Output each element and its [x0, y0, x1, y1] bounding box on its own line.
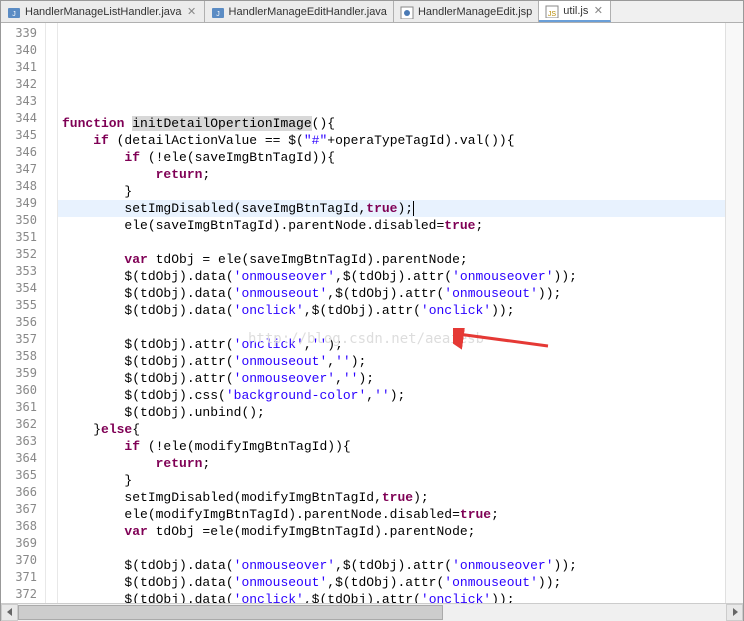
code-line[interactable]: ele(saveImgBtnTagId).parentNode.disabled… [58, 217, 725, 234]
line-number-gutter: 3393403413423433443453463473483493503513… [1, 23, 46, 603]
js-icon: JS [545, 4, 559, 18]
code-line[interactable]: var tdObj = ele(saveImgBtnTagId).parentN… [58, 251, 725, 268]
line-number: 371 [1, 569, 45, 586]
close-icon[interactable]: ✕ [186, 6, 198, 18]
line-number: 363 [1, 433, 45, 450]
editor-window: J HandlerManageListHandler.java ✕ J Hand… [0, 0, 744, 621]
line-number: 359 [1, 365, 45, 382]
line-number: 347 [1, 161, 45, 178]
line-number: 372 [1, 586, 45, 603]
line-number: 344 [1, 110, 45, 127]
code-editor[interactable]: http://blog.csdn.net/aeaiesb -function i… [58, 23, 725, 603]
scroll-left-button[interactable] [1, 604, 18, 621]
code-line[interactable]: $(tdObj).data('onmouseover',$(tdObj).att… [58, 557, 725, 574]
tab-label: HandlerManageEdit.jsp [418, 6, 532, 18]
line-number: 356 [1, 314, 45, 331]
line-number: 349 [1, 195, 45, 212]
code-line[interactable]: var tdObj =ele(modifyImgBtnTagId).parent… [58, 523, 725, 540]
folding-ruler[interactable] [46, 23, 58, 603]
line-number: 357 [1, 331, 45, 348]
svg-text:J: J [216, 11, 220, 18]
line-number: 353 [1, 263, 45, 280]
line-number: 354 [1, 280, 45, 297]
line-number: 369 [1, 535, 45, 552]
code-line[interactable]: setImgDisabled(modifyImgBtnTagId,true); [58, 489, 725, 506]
line-number: 342 [1, 76, 45, 93]
code-line[interactable]: $(tdObj).data('onmouseover',$(tdObj).att… [58, 268, 725, 285]
code-line[interactable]: } [58, 183, 725, 200]
code-line[interactable]: $(tdObj).data('onclick',$(tdObj).attr('o… [58, 302, 725, 319]
code-line[interactable] [58, 234, 725, 251]
code-line[interactable]: -function initDetailOpertionImage(){ [58, 115, 725, 132]
close-icon[interactable]: ✕ [592, 5, 604, 17]
svg-text:JS: JS [548, 11, 557, 18]
code-line[interactable]: $(tdObj).attr('onmouseout',''); [58, 353, 725, 370]
line-number: 348 [1, 178, 45, 195]
code-line[interactable]: $(tdObj).attr('onclick',''); [58, 336, 725, 353]
line-number: 368 [1, 518, 45, 535]
tab-file-0[interactable]: J HandlerManageListHandler.java ✕ [1, 1, 205, 22]
code-line[interactable]: $(tdObj).css('background-color',''); [58, 387, 725, 404]
line-number: 362 [1, 416, 45, 433]
code-line[interactable]: $(tdObj).data('onclick',$(tdObj).attr('o… [58, 591, 725, 603]
line-number: 339 [1, 25, 45, 42]
line-number: 370 [1, 552, 45, 569]
code-line[interactable]: return; [58, 455, 725, 472]
code-line[interactable]: ele(modifyImgBtnTagId).parentNode.disabl… [58, 506, 725, 523]
tab-label: util.js [563, 5, 588, 17]
tab-bar: J HandlerManageListHandler.java ✕ J Hand… [1, 1, 743, 23]
line-number: 346 [1, 144, 45, 161]
tab-file-3[interactable]: JS util.js ✕ [539, 1, 611, 22]
code-line[interactable] [58, 319, 725, 336]
line-number: 365 [1, 467, 45, 484]
overview-ruler[interactable] [725, 23, 743, 603]
line-number: 350 [1, 212, 45, 229]
line-number: 343 [1, 93, 45, 110]
scroll-track[interactable] [18, 604, 726, 621]
code-line[interactable]: $(tdObj).attr('onmouseover',''); [58, 370, 725, 387]
tab-label: HandlerManageListHandler.java [25, 6, 182, 18]
code-line[interactable]: if (!ele(modifyImgBtnTagId)){ [58, 438, 725, 455]
line-number: 367 [1, 501, 45, 518]
line-number: 364 [1, 450, 45, 467]
code-line[interactable]: if (detailActionValue == $("#"+operaType… [58, 132, 725, 149]
code-line[interactable]: $(tdObj).data('onmouseout',$(tdObj).attr… [58, 285, 725, 302]
tab-label: HandlerManageEditHandler.java [229, 6, 387, 18]
jsp-icon [400, 5, 414, 19]
code-line[interactable]: }else{ [58, 421, 725, 438]
line-number: 341 [1, 59, 45, 76]
line-number: 361 [1, 399, 45, 416]
java-icon: J [211, 5, 225, 19]
editor-area: 3393403413423433443453463473483493503513… [1, 23, 743, 603]
line-number: 366 [1, 484, 45, 501]
code-line[interactable]: setImgDisabled(saveImgBtnTagId,true); [58, 200, 725, 217]
code-line[interactable]: if (!ele(saveImgBtnTagId)){ [58, 149, 725, 166]
line-number: 355 [1, 297, 45, 314]
code-line[interactable]: $(tdObj).data('onmouseout',$(tdObj).attr… [58, 574, 725, 591]
line-number: 351 [1, 229, 45, 246]
code-line[interactable] [58, 540, 725, 557]
line-number: 352 [1, 246, 45, 263]
code-line[interactable]: } [58, 472, 725, 489]
line-number: 360 [1, 382, 45, 399]
scroll-right-button[interactable] [726, 604, 743, 621]
code-line[interactable]: return; [58, 166, 725, 183]
java-icon: J [7, 5, 21, 19]
code-line[interactable]: $(tdObj).unbind(); [58, 404, 725, 421]
tab-file-2[interactable]: HandlerManageEdit.jsp [394, 1, 539, 22]
svg-text:J: J [12, 11, 16, 18]
scroll-thumb[interactable] [18, 605, 443, 620]
line-number: 345 [1, 127, 45, 144]
line-number: 340 [1, 42, 45, 59]
tab-file-1[interactable]: J HandlerManageEditHandler.java [205, 1, 394, 22]
horizontal-scrollbar[interactable] [1, 603, 743, 620]
line-number: 358 [1, 348, 45, 365]
